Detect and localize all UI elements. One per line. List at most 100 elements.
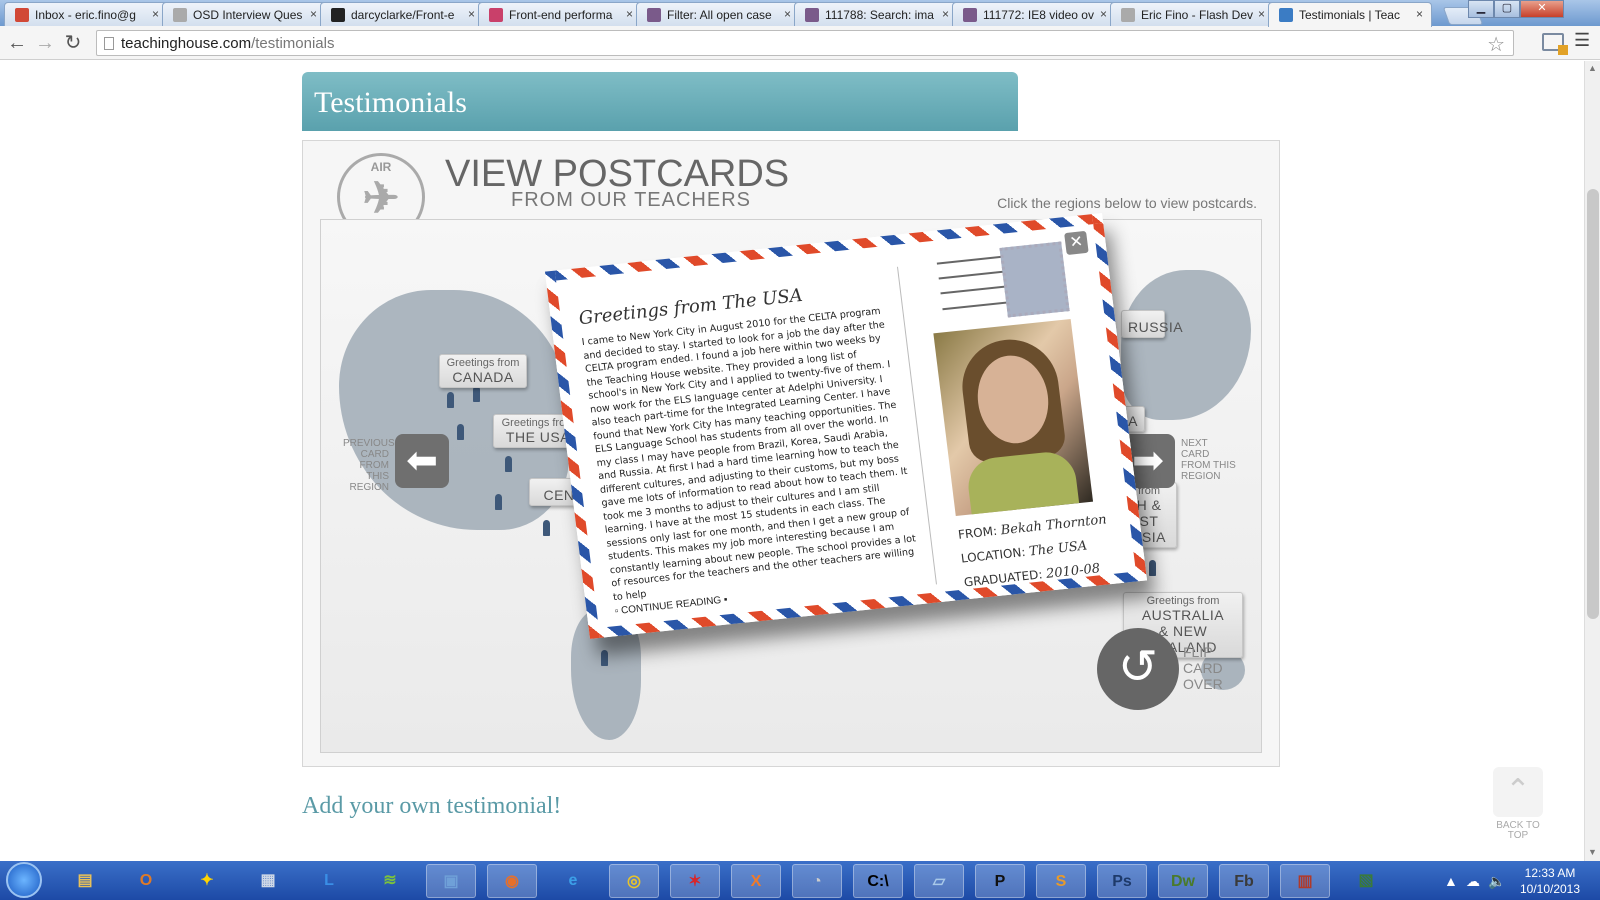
- tray-arrow-icon[interactable]: ▲: [1444, 873, 1458, 889]
- add-testimonial-link[interactable]: Add your own testimonial!: [302, 793, 561, 820]
- forward-icon[interactable]: →: [34, 32, 56, 54]
- aim-icon[interactable]: ✦: [182, 864, 232, 898]
- close-icon[interactable]: ✕: [1064, 230, 1089, 256]
- tab-close-icon[interactable]: ×: [152, 7, 159, 21]
- scroll-up-icon[interactable]: ▲: [1588, 63, 1597, 73]
- window-close-button[interactable]: ✕: [1520, 0, 1564, 18]
- page-title: Testimonials: [314, 86, 467, 119]
- task-manager-icon[interactable]: ▧: [1341, 864, 1391, 898]
- tab[interactable]: Eric Fino - Flash Dev ×: [1110, 2, 1274, 26]
- chrome-icon[interactable]: ◎: [609, 864, 659, 898]
- map-pin[interactable]: [601, 650, 608, 666]
- tab-close-icon[interactable]: ×: [1100, 7, 1107, 21]
- tab-label: Filter: All open case: [667, 8, 772, 22]
- flip-icon: ↺: [1117, 641, 1159, 694]
- back-to-top-button[interactable]: ⌃: [1493, 767, 1543, 817]
- region-name: RUSSIA: [1128, 319, 1184, 335]
- flash-icon[interactable]: ✶: [670, 864, 720, 898]
- page-icon: [1121, 8, 1135, 22]
- cmd-icon[interactable]: C:\: [853, 864, 903, 898]
- sublime-icon[interactable]: S: [1036, 864, 1086, 898]
- tab-close-icon[interactable]: ×: [626, 7, 633, 21]
- filezilla-icon[interactable]: ▥: [1280, 864, 1330, 898]
- xampp-icon[interactable]: X: [731, 864, 781, 898]
- address-bar[interactable]: teachinghouse.com/testimonials ☆: [96, 30, 1514, 56]
- lync-icon[interactable]: L: [304, 864, 354, 898]
- airmail-top-text: AIR: [370, 160, 392, 174]
- taskbar: ▤ O ✦ ▦ L ≋ ▣ ◉ e ◎ ✶ X ◔ C:\ ▱ P S Ps Dw Fb ▥ ▧ ▲ ☁ 🔈 12:33 …: [0, 861, 1600, 900]
- menu-icon[interactable]: ☰: [1574, 30, 1590, 51]
- tab-close-icon[interactable]: ×: [784, 7, 791, 21]
- tab-close-icon[interactable]: ×: [310, 7, 317, 21]
- postcard-body: ✕ Greetings from The USA I came to New Y…: [544, 213, 1148, 639]
- previous-card-button[interactable]: ⬅: [395, 434, 449, 488]
- back-to-top-label: BACK TO TOP: [1496, 820, 1540, 841]
- airplane-icon: ✈: [362, 174, 400, 223]
- stamp-icon: [999, 241, 1070, 318]
- dreamweaver-icon[interactable]: Dw: [1158, 864, 1208, 898]
- greeting-prefix: Greetings from: [1146, 595, 1220, 607]
- outlook-icon[interactable]: O: [121, 864, 171, 898]
- tab[interactable]: 111788: Search: ima ×: [794, 2, 958, 26]
- greeting-prefix: Greetings from: [446, 357, 520, 369]
- tab-label: Testimonials | Teac: [1299, 8, 1400, 22]
- system-clock[interactable]: 12:33 AM 10/10/2013: [1510, 865, 1590, 897]
- tab-bar: Inbox - eric.fino@g × OSD Interview Ques × d…: [0, 0, 1600, 27]
- map-pin[interactable]: [495, 494, 502, 510]
- notepad-icon[interactable]: ▱: [914, 864, 964, 898]
- flip-card-label: FLIP CARD OVER: [1183, 644, 1223, 692]
- bookmark-star-icon[interactable]: ☆: [1487, 32, 1505, 57]
- region-canada[interactable]: Greetings from CANADA: [439, 354, 527, 388]
- tab-close-icon[interactable]: ×: [1258, 7, 1265, 21]
- minimize-button[interactable]: ▁: [1468, 0, 1494, 18]
- remote-desktop-icon[interactable]: ▣: [426, 864, 476, 898]
- map-pin[interactable]: [473, 386, 480, 402]
- page-icon: [104, 37, 114, 50]
- p-app-icon[interactable]: P: [975, 864, 1025, 898]
- view-postcards-subtitle: FROM OUR TEACHERS: [511, 189, 751, 211]
- back-icon[interactable]: ←: [6, 32, 28, 54]
- scrollbar[interactable]: ▲ ▼: [1584, 61, 1600, 861]
- tab-close-icon[interactable]: ×: [1416, 7, 1423, 21]
- tab[interactable]: Testimonials | Teac ×: [1268, 2, 1432, 27]
- firefox-icon[interactable]: ◉: [487, 864, 537, 898]
- spotify-icon[interactable]: ≋: [365, 864, 415, 898]
- reload-icon[interactable]: ↻: [62, 32, 84, 54]
- region-russia[interactable]: RUSSIA: [1121, 310, 1184, 338]
- tab-label: OSD Interview Ques: [193, 8, 303, 22]
- network-icon[interactable]: ☁: [1466, 873, 1480, 890]
- tab[interactable]: darcyclarke/Front-e ×: [320, 2, 484, 26]
- tab[interactable]: 111772: IE8 video ov ×: [952, 2, 1116, 26]
- scroll-down-icon[interactable]: ▼: [1588, 847, 1597, 857]
- tab[interactable]: Inbox - eric.fino@g ×: [4, 2, 168, 26]
- flash-builder-icon[interactable]: Fb: [1219, 864, 1269, 898]
- ie-icon[interactable]: e: [548, 864, 598, 898]
- postcard-message: I came to New York City in August 2010 f…: [581, 305, 917, 603]
- map-pin[interactable]: [1149, 560, 1156, 576]
- tab-close-icon[interactable]: ×: [942, 7, 949, 21]
- arrow-right-icon: ➡: [1132, 440, 1164, 482]
- previous-card-label: PREVIOUS CARD FROM THIS REGION: [343, 438, 395, 493]
- map-pin[interactable]: [543, 520, 550, 536]
- extension-icon[interactable]: [1542, 33, 1568, 55]
- map-pin[interactable]: [457, 424, 464, 440]
- region-name: A: [1128, 413, 1138, 429]
- start-button[interactable]: [6, 862, 42, 898]
- explorer-icon[interactable]: ▤: [60, 864, 110, 898]
- map-pin[interactable]: [505, 456, 512, 472]
- photoshop-icon[interactable]: Ps: [1097, 864, 1147, 898]
- calculator-icon[interactable]: ▦: [243, 864, 293, 898]
- map-pin[interactable]: [447, 392, 454, 408]
- tab[interactable]: Filter: All open case ×: [636, 2, 800, 26]
- scroll-thumb[interactable]: [1587, 189, 1599, 619]
- volume-icon[interactable]: 🔈: [1488, 873, 1505, 890]
- tab-close-icon[interactable]: ×: [468, 7, 475, 21]
- gimp-icon[interactable]: ◔: [792, 864, 842, 898]
- tab-label: 111772: IE8 video ov: [983, 8, 1094, 22]
- tab[interactable]: Front-end performa ×: [478, 2, 642, 26]
- fogbugz-icon: [963, 8, 977, 22]
- gmail-icon: [15, 8, 29, 22]
- flip-card-button[interactable]: ↺: [1097, 628, 1179, 710]
- maximize-button[interactable]: ▢: [1494, 0, 1520, 18]
- tab[interactable]: OSD Interview Ques ×: [162, 2, 326, 26]
